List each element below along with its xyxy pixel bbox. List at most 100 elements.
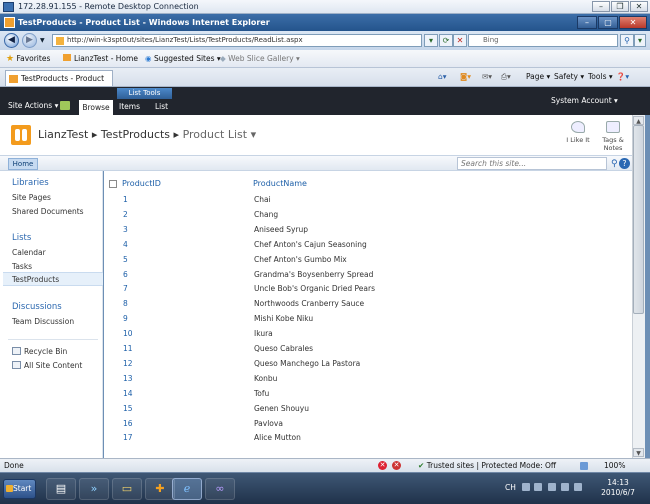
recent-pages-chevron-icon[interactable]: ▼ (40, 37, 45, 44)
zoom-level[interactable]: 100% (604, 461, 625, 470)
tab-testproducts[interactable]: TestProducts - Product List (5, 70, 113, 98)
ql-item-site-pages[interactable]: Site Pages (12, 193, 51, 202)
feeds-icon[interactable]: ◙▾ (460, 72, 471, 81)
clock[interactable]: 14:13 2010/6/7 (598, 478, 638, 498)
fav-item-suggested-sites[interactable]: ◉ Suggested Sites ▾ (145, 54, 221, 63)
ie-minimize-button[interactable]: – (577, 16, 597, 29)
address-input[interactable]: http://win-k3spt0ut/sites/LianzTest/List… (52, 34, 422, 47)
ql-item-recycle-bin[interactable]: Recycle Bin (12, 347, 67, 356)
tags-notes-button[interactable]: Tags & Notes (598, 121, 628, 152)
popup-blocked-icon[interactable]: ✕ (378, 461, 387, 470)
favorites-button[interactable]: ★ Favorites (6, 54, 50, 64)
row-productid[interactable]: 6 (123, 270, 128, 279)
row-productid[interactable]: 14 (123, 389, 133, 398)
user-menu[interactable]: System Account ▾ (551, 96, 618, 105)
help-icon[interactable]: ? (619, 158, 630, 169)
page-icon (56, 37, 64, 45)
ie-close-button[interactable]: ✕ (619, 16, 647, 29)
scroll-down-arrow-icon[interactable]: ▼ (633, 448, 644, 457)
tab-list[interactable]: List (155, 102, 168, 111)
tab-items[interactable]: Items (119, 102, 140, 111)
rdp-close-button[interactable]: ✕ (630, 1, 648, 12)
security-zone[interactable]: ✔ Trusted sites | Protected Mode: Off (418, 461, 556, 470)
row-productid[interactable]: 2 (123, 210, 128, 219)
row-productid[interactable]: 3 (123, 225, 128, 234)
powershell-icon[interactable]: » (79, 478, 109, 500)
i-like-it-button[interactable]: I Like It (565, 121, 591, 144)
rdp-restore-button[interactable]: ❐ (611, 1, 629, 12)
tab-browse[interactable]: Browse (79, 100, 113, 115)
tray-help-icon[interactable] (534, 483, 542, 491)
scrollbar-thumb[interactable] (633, 125, 644, 314)
rdp-minimize-button[interactable]: – (592, 1, 610, 12)
breadcrumb-view[interactable]: Product List ▾ (183, 128, 257, 141)
refresh-icon[interactable]: ⟳ (439, 34, 453, 47)
column-header-productid[interactable]: ProductID (122, 179, 161, 188)
ql-item-tasks[interactable]: Tasks (12, 262, 32, 271)
ql-item-calendar[interactable]: Calendar (12, 248, 46, 257)
safety-menu[interactable]: Safety ▾ (554, 72, 584, 81)
column-header-productname[interactable]: ProductName (253, 179, 307, 188)
search-input[interactable]: Bing (468, 34, 618, 47)
fav-item-lianztest-home[interactable]: LianzTest - Home (63, 54, 138, 63)
row-productid[interactable]: 13 (123, 374, 133, 383)
search-options-icon[interactable]: ▾ (634, 34, 646, 47)
row-productid[interactable]: 17 (123, 433, 133, 442)
home-icon[interactable]: ⌂▾ (438, 72, 447, 81)
back-arrow-icon[interactable]: ◀ (4, 33, 19, 48)
ql-item-testproducts[interactable]: TestProducts (12, 275, 59, 284)
protected-mode-icon[interactable] (580, 462, 588, 470)
visual-studio-icon[interactable]: ∞ (205, 478, 235, 500)
tray-volume-icon[interactable] (574, 483, 582, 491)
fav-item-web-slice-gallery[interactable]: ◆ Web Slice Gallery ▾ (220, 54, 300, 63)
tray-keyboard-icon[interactable] (522, 483, 530, 491)
ql-item-all-site-content[interactable]: All Site Content (12, 361, 82, 370)
nav-home[interactable]: Home (8, 158, 38, 170)
help-menu-icon[interactable]: ❓▾ (616, 72, 629, 81)
search-icon[interactable]: ⚲ (620, 34, 634, 47)
row-productid[interactable]: 5 (123, 255, 128, 264)
breadcrumb-site[interactable]: LianzTest (38, 128, 88, 141)
mail-icon[interactable]: ✉▾ (482, 72, 492, 81)
row-productid[interactable]: 16 (123, 419, 133, 428)
forward-arrow-icon[interactable]: ▶ (22, 33, 37, 48)
start-button[interactable]: Start (3, 479, 36, 499)
server-manager-icon[interactable]: ▤ (46, 478, 76, 500)
ie-maximize-button[interactable]: ▢ (598, 16, 618, 29)
ql-heading-discussions[interactable]: Discussions (12, 302, 62, 312)
tools-menu[interactable]: Tools ▾ (588, 72, 613, 81)
site-search-input[interactable]: Search this site... (457, 157, 607, 170)
row-productid[interactable]: 7 (123, 284, 128, 293)
internet-explorer-icon[interactable]: ℯ (172, 478, 202, 500)
address-dropdown-icon[interactable]: ▾ (424, 34, 438, 47)
tray-flag-icon[interactable] (548, 483, 556, 491)
row-productid[interactable]: 9 (123, 314, 128, 323)
stop-icon[interactable]: ✕ (453, 34, 467, 47)
ql-heading-libraries[interactable]: Libraries (12, 178, 49, 188)
page-menu[interactable]: Page ▾ (526, 72, 550, 81)
ql-item-shared-documents[interactable]: Shared Documents (12, 207, 84, 216)
input-language[interactable]: CH (505, 483, 516, 492)
row-productid[interactable]: 12 (123, 359, 133, 368)
explorer-folder-icon[interactable]: ▭ (112, 478, 142, 500)
security-status-icon[interactable]: ✕ (392, 461, 401, 470)
select-all-checkbox[interactable] (109, 180, 117, 188)
breadcrumb-list[interactable]: TestProducts (101, 128, 170, 141)
site-search-icon[interactable]: ⚲ (611, 159, 618, 169)
tools-icon[interactable]: ✚ (145, 478, 175, 500)
print-icon[interactable]: ⎙▾ (501, 72, 511, 82)
row-productname: Grandma's Boysenberry Spread (254, 270, 374, 279)
ql-heading-lists[interactable]: Lists (12, 233, 31, 243)
row-productid[interactable]: 11 (123, 344, 133, 353)
site-actions-menu[interactable]: Site Actions ▾ (8, 101, 58, 110)
row-productid[interactable]: 10 (123, 329, 133, 338)
tray-network-icon[interactable] (561, 483, 569, 491)
row-productid[interactable]: 4 (123, 240, 128, 249)
row-productid[interactable]: 8 (123, 299, 128, 308)
scroll-up-arrow-icon[interactable]: ▲ (633, 116, 644, 125)
row-productid[interactable]: 1 (123, 195, 128, 204)
site-logo-icon[interactable] (11, 125, 31, 145)
navigate-up-icon[interactable] (60, 101, 70, 110)
ql-item-team-discussion[interactable]: Team Discussion (12, 317, 74, 326)
row-productid[interactable]: 15 (123, 404, 133, 413)
